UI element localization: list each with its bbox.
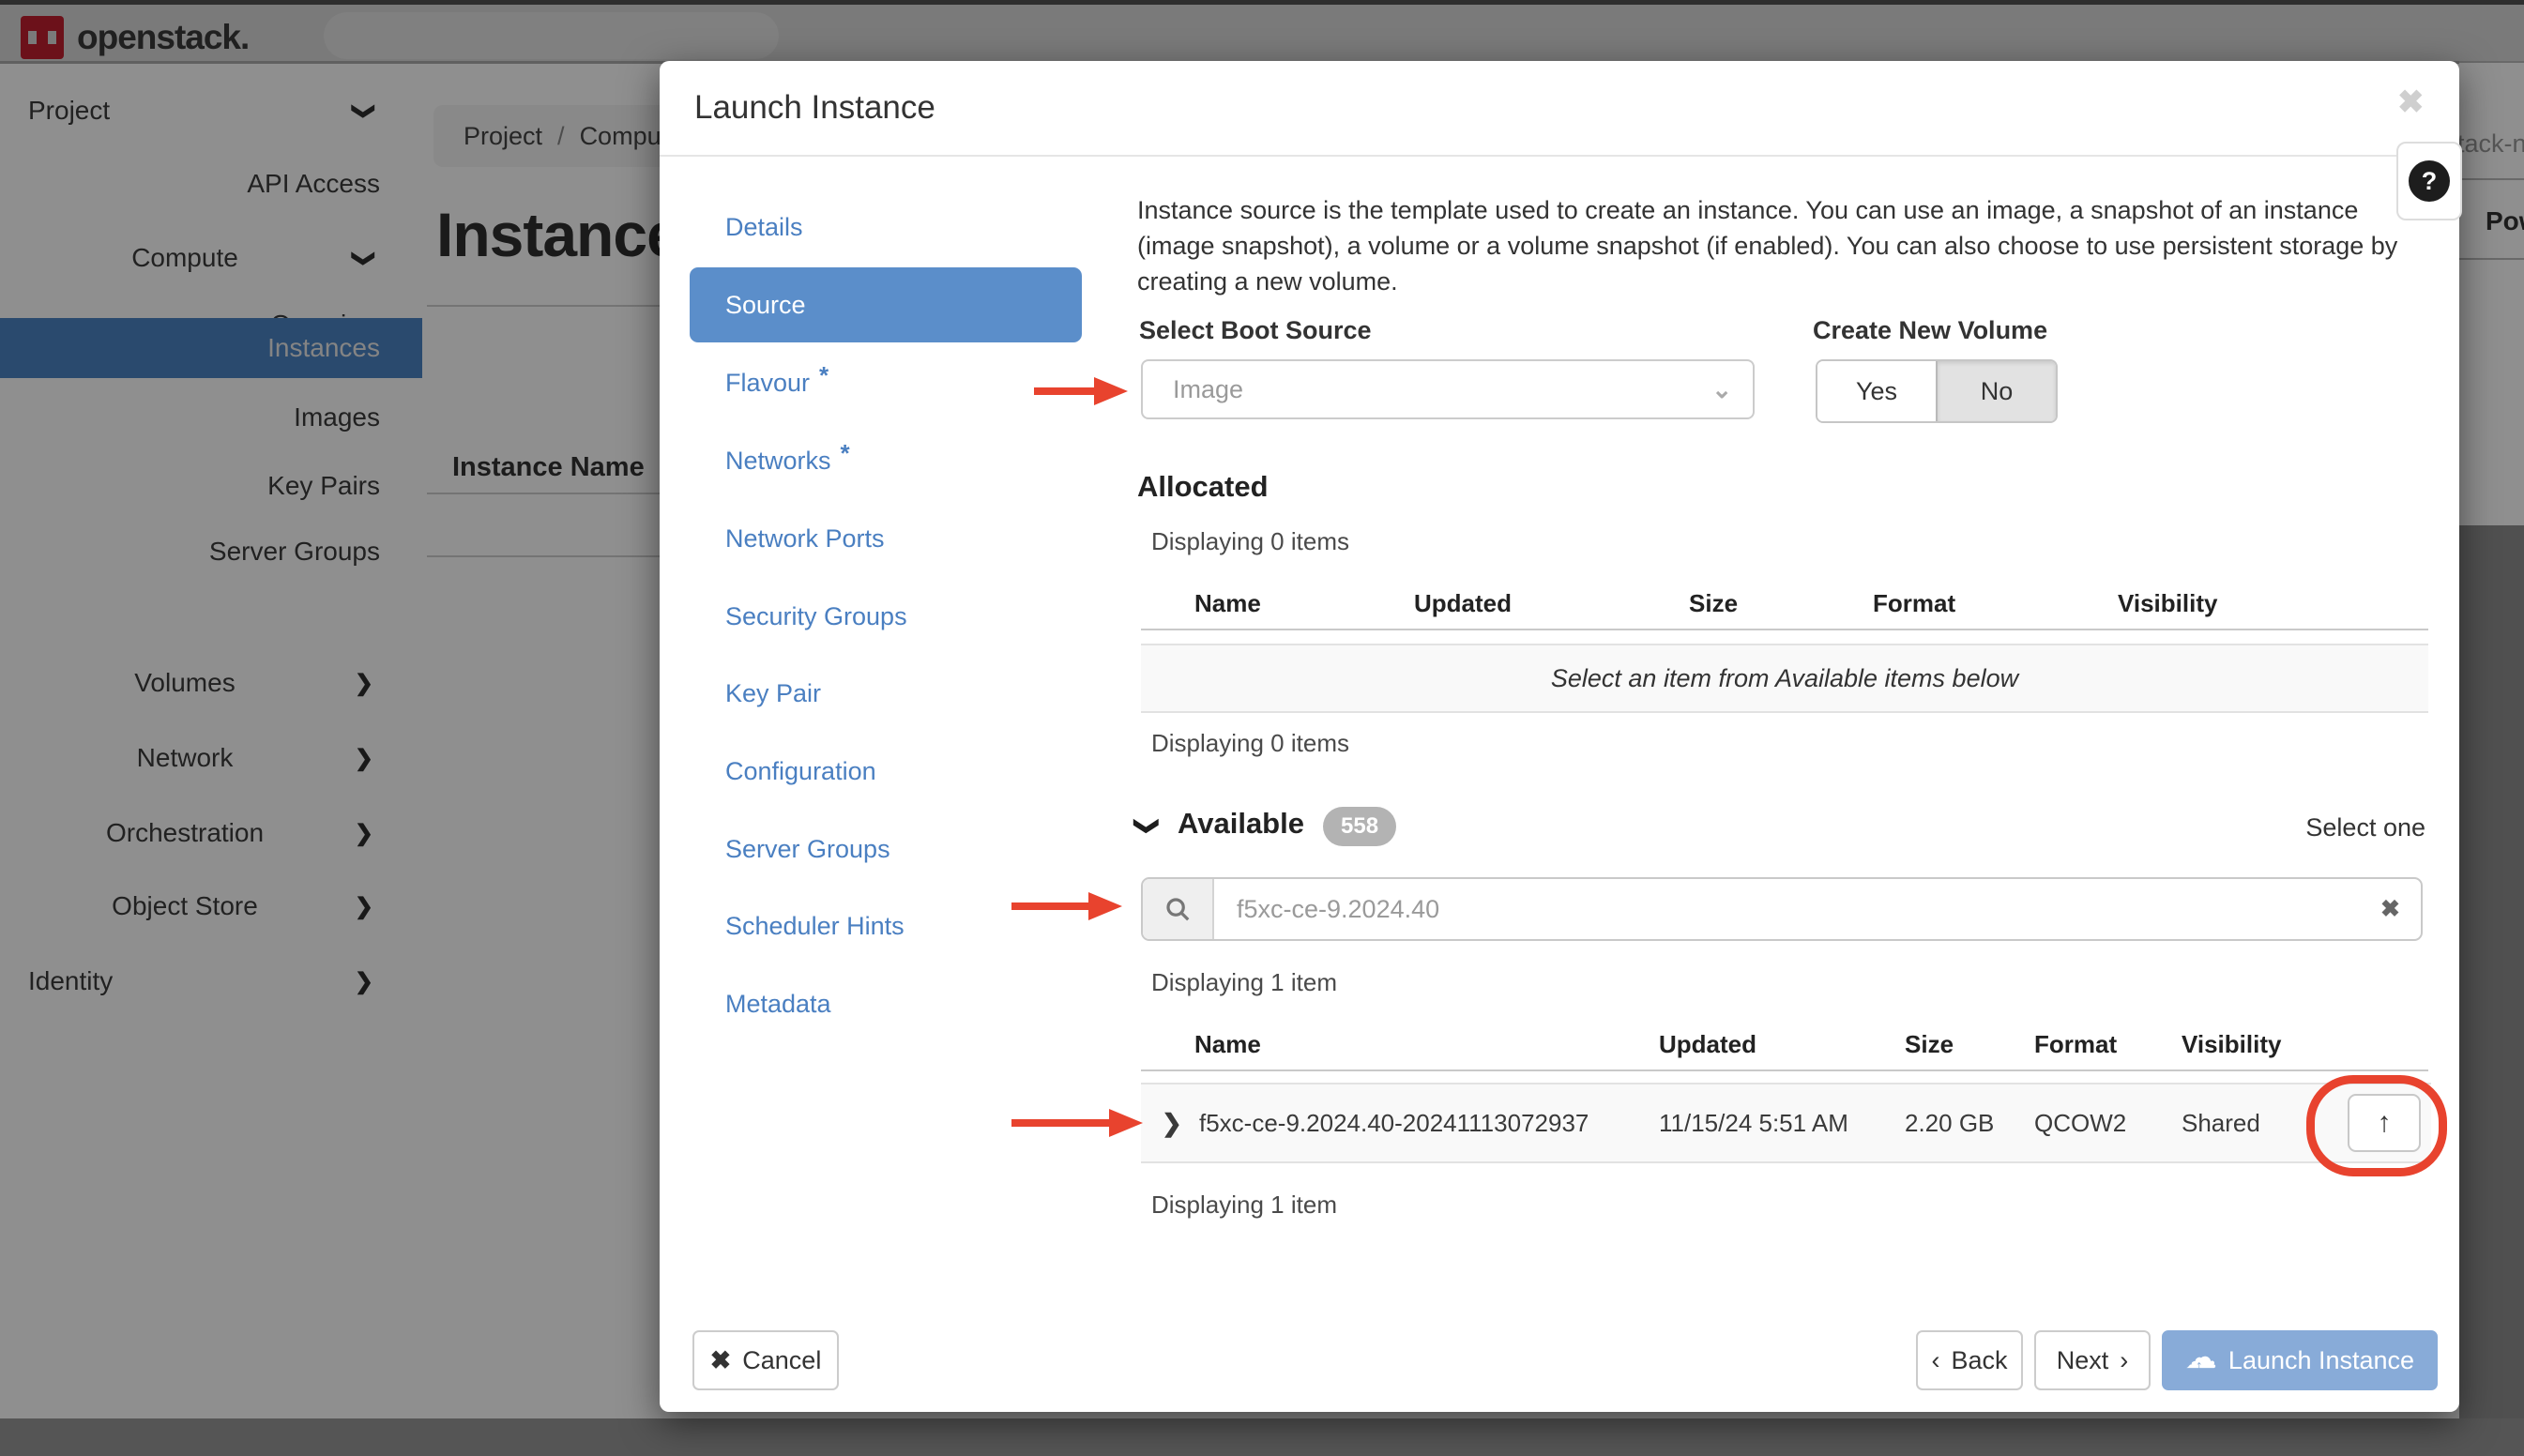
- annotation-arrow-boot-source: [1034, 377, 1128, 405]
- tab-details[interactable]: Details: [690, 190, 1082, 265]
- allocated-col-size: Size: [1689, 589, 1738, 618]
- allocated-count-bottom: Displaying 0 items: [1151, 729, 1349, 758]
- available-heading: Available: [1178, 807, 1304, 841]
- annotation-arrow-image-row: [1011, 1109, 1143, 1137]
- allocated-empty-row: Select an item from Available items belo…: [1141, 644, 2428, 713]
- table-divider: [1141, 629, 2428, 630]
- cancel-button[interactable]: ✖ Cancel: [692, 1330, 839, 1390]
- row-expand-chevron-icon[interactable]: ❯: [1162, 1109, 1182, 1138]
- allocated-col-name: Name: [1194, 589, 1261, 618]
- tab-configuration[interactable]: Configuration: [690, 734, 1082, 809]
- table-row[interactable]: ❯ f5xc-ce-9.2024.40-20241113072937 11/15…: [1141, 1083, 2431, 1163]
- source-description: Instance source is the template used to …: [1137, 192, 2397, 299]
- row-size: 2.20 GB: [1905, 1109, 1994, 1138]
- cloud-upload-icon: ☁ ↑: [2185, 1343, 2217, 1372]
- screen: openstack. Project ❯ API Access Compute …: [0, 0, 2524, 1456]
- boot-source-label: Select Boot Source: [1139, 316, 1372, 345]
- next-button[interactable]: Next ›: [2034, 1330, 2151, 1390]
- tab-network-ports[interactable]: Network Ports: [690, 501, 1082, 576]
- launch-instance-button[interactable]: ☁ ↑ Launch Instance: [2162, 1330, 2438, 1390]
- select-caret-icon: ⌄: [1711, 375, 1732, 404]
- available-col-updated: Updated: [1659, 1030, 1756, 1059]
- table-divider: [1141, 1069, 2428, 1071]
- tab-metadata[interactable]: Metadata: [690, 966, 1082, 1041]
- tab-source[interactable]: Source: [690, 267, 1082, 342]
- available-search: f5xc-ce-9.2024.40 ✖: [1141, 877, 2423, 941]
- tab-flavour[interactable]: Flavour *: [690, 345, 1082, 420]
- tab-networks[interactable]: Networks *: [690, 423, 1082, 498]
- allocated-col-format: Format: [1873, 589, 1955, 618]
- allocated-col-visibility: Visibility: [2118, 589, 2217, 618]
- row-visibility: Shared: [2182, 1109, 2260, 1138]
- allocated-count-top: Displaying 0 items: [1151, 527, 1349, 556]
- required-asterisk: *: [819, 361, 829, 390]
- available-col-format: Format: [2034, 1030, 2117, 1059]
- available-count-top: Displaying 1 item: [1151, 968, 1337, 997]
- modal-title: Launch Instance: [694, 89, 935, 127]
- back-button[interactable]: ‹ Back: [1916, 1330, 2023, 1390]
- tab-key-pair[interactable]: Key Pair: [690, 656, 1082, 731]
- row-format: QCOW2: [2034, 1109, 2126, 1138]
- next-arrow-icon: ›: [2120, 1346, 2128, 1375]
- launch-instance-modal: Launch Instance ✖ ? Details Source Flavo…: [660, 61, 2459, 1412]
- tab-security-groups[interactable]: Security Groups: [690, 579, 1082, 654]
- allocated-col-updated: Updated: [1414, 589, 1512, 618]
- boot-source-select[interactable]: Image ⌄: [1141, 359, 1755, 419]
- back-arrow-icon: ‹: [1931, 1346, 1939, 1375]
- help-icon: ?: [2409, 160, 2450, 202]
- close-icon[interactable]: ✖: [2397, 83, 2425, 121]
- available-count-bottom: Displaying 1 item: [1151, 1191, 1337, 1220]
- modal-header-divider: [660, 155, 2459, 157]
- required-asterisk: *: [841, 439, 850, 468]
- volume-yes-button[interactable]: Yes: [1817, 361, 1936, 421]
- available-count-badge: 558: [1323, 807, 1396, 846]
- search-icon: [1143, 879, 1214, 939]
- row-name: f5xc-ce-9.2024.40-20241113072937: [1199, 1109, 1589, 1138]
- create-new-volume-toggle: Yes No: [1816, 359, 2058, 423]
- tab-server-groups[interactable]: Server Groups: [690, 811, 1082, 887]
- volume-no-button[interactable]: No: [1936, 361, 2056, 421]
- x-icon: ✖: [710, 1346, 732, 1375]
- allocated-heading: Allocated: [1137, 470, 1269, 504]
- clear-search-icon[interactable]: ✖: [2380, 895, 2421, 923]
- search-input[interactable]: f5xc-ce-9.2024.40: [1214, 895, 2380, 924]
- select-one-hint: Select one: [2275, 813, 2425, 842]
- available-col-name: Name: [1194, 1030, 1261, 1059]
- row-updated: 11/15/24 5:51 AM: [1659, 1109, 1848, 1138]
- annotation-circle-allocate-button: [2306, 1075, 2447, 1176]
- available-col-visibility: Visibility: [2182, 1030, 2281, 1059]
- collapse-chevron-icon[interactable]: ❯: [1133, 816, 1162, 837]
- available-col-size: Size: [1905, 1030, 1954, 1059]
- annotation-arrow-search: [1011, 892, 1122, 920]
- help-button[interactable]: ?: [2396, 142, 2462, 220]
- create-new-volume-label: Create New Volume: [1813, 316, 2047, 345]
